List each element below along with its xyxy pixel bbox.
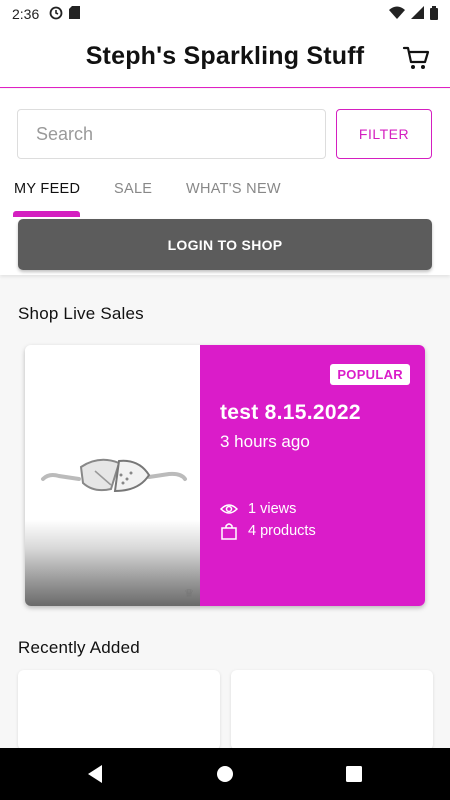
eye-icon (220, 504, 238, 514)
store-title: Steph's Sparkling Stuff (85, 42, 365, 70)
shopping-bag-icon (221, 523, 237, 540)
signal-icon (411, 6, 424, 22)
sale-name: test 8.15.2022 (220, 401, 361, 424)
live-sale-info: POPULAR test 8.15.2022 3 hours ago 1 vie… (200, 345, 425, 606)
status-right-icons (389, 5, 438, 23)
search-field[interactable] (17, 109, 326, 159)
active-tab-indicator (13, 211, 80, 217)
wifi-icon (389, 6, 405, 22)
views-count: 1 views (248, 501, 297, 517)
search-input[interactable] (36, 123, 307, 145)
tab-my-feed[interactable]: MY FEED (14, 181, 80, 197)
silver-ring-image (41, 458, 187, 493)
tab-sale[interactable]: SALE (114, 181, 152, 197)
sd-card-icon (69, 6, 81, 22)
section-title-recently-added: Recently Added (18, 638, 140, 657)
cart-icon[interactable] (402, 44, 430, 72)
recents-icon[interactable] (346, 764, 362, 789)
views-stat: 1 views (220, 500, 296, 518)
back-icon[interactable] (86, 764, 104, 789)
recent-product-card[interactable] (18, 670, 220, 750)
section-title-live-sales: Shop Live Sales (18, 304, 144, 323)
products-count: 4 products (248, 523, 316, 539)
login-to-shop-button[interactable]: LOGIN TO SHOP (18, 219, 432, 270)
sale-time: 3 hours ago (220, 432, 310, 451)
live-sale-image: ♛ (25, 345, 200, 606)
top-panel: FILTER MY FEED SALE WHAT'S NEW LOGIN TO … (0, 89, 450, 275)
home-icon[interactable] (216, 764, 234, 789)
recent-product-card[interactable] (231, 670, 433, 750)
app-header: Steph's Sparkling Stuff (0, 28, 450, 88)
battery-icon (430, 5, 438, 23)
watermark-crown-icon: ♛ (184, 588, 194, 600)
popular-badge: POPULAR (330, 364, 410, 385)
status-bar: 2:36 (0, 0, 450, 28)
status-time: 2:36 (12, 6, 40, 22)
products-stat: 4 products (220, 522, 316, 540)
system-nav-bar (0, 748, 450, 800)
live-sale-card[interactable]: ♛ POPULAR test 8.15.2022 3 hours ago 1 v… (25, 345, 425, 606)
filter-button[interactable]: FILTER (336, 109, 432, 159)
tab-whats-new[interactable]: WHAT'S NEW (186, 181, 281, 197)
sync-icon (49, 6, 63, 23)
